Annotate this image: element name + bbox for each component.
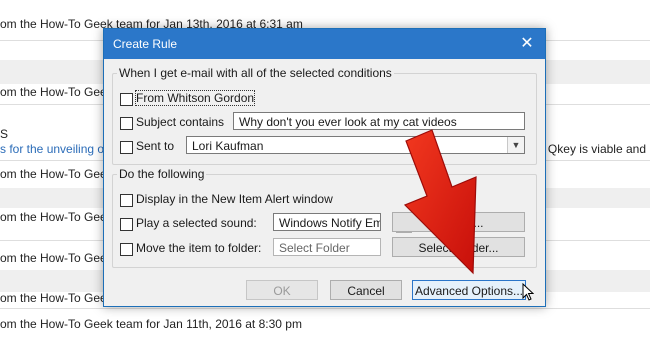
email-row-text: S: [0, 127, 9, 141]
dialog-titlebar[interactable]: Create Rule ✕: [104, 29, 545, 59]
chevron-down-icon[interactable]: ▼: [507, 137, 524, 153]
cancel-button[interactable]: Cancel: [330, 280, 402, 300]
sent-to-checkbox[interactable]: [120, 141, 133, 154]
email-row-preview-right: at Qkey is viable and: [534, 142, 646, 156]
ok-button[interactable]: OK: [246, 280, 318, 300]
browse-button[interactable]: Browse...: [392, 212, 525, 232]
move-label[interactable]: Move the item to folder:: [136, 241, 261, 255]
sent-to-combobox[interactable]: Lori Kaufman ▼: [186, 136, 525, 154]
email-row-text: om the How-To Geek: [0, 85, 113, 99]
alert-checkbox[interactable]: [120, 194, 133, 207]
advanced-options-button[interactable]: Advanced Options...: [412, 280, 526, 300]
from-label[interactable]: From Whitson Gordon: [134, 90, 256, 106]
sound-label[interactable]: Play a selected sound:: [136, 216, 257, 230]
dialog-title: Create Rule: [113, 37, 178, 51]
sent-to-value: Lori Kaufman: [192, 139, 264, 153]
email-row-text: om the How-To Geek: [0, 210, 113, 224]
email-row-text: om the How-To Geek: [0, 167, 113, 181]
sound-checkbox[interactable]: [120, 218, 133, 231]
email-row-preview: s for the unveiling o: [0, 142, 105, 156]
close-icon[interactable]: ✕: [515, 33, 539, 55]
conditions-legend: When I get e-mail with all of the select…: [117, 66, 394, 80]
subject-label[interactable]: Subject contains: [136, 115, 224, 129]
from-checkbox[interactable]: [120, 93, 133, 106]
actions-legend: Do the following: [117, 167, 207, 181]
create-rule-dialog: Create Rule ✕ When I get e-mail with all…: [103, 28, 546, 307]
sound-input[interactable]: Windows Notify Em: [273, 213, 381, 231]
email-row-text: om the How-To Geek: [0, 291, 113, 305]
mouse-cursor-icon: [522, 283, 534, 301]
subject-checkbox[interactable]: [120, 117, 133, 130]
sent-to-label[interactable]: Sent to: [136, 139, 174, 153]
email-row-text: om the How-To Geek: [0, 251, 113, 265]
alert-label[interactable]: Display in the New Item Alert window: [136, 192, 333, 206]
conditions-group: When I get e-mail with all of the select…: [112, 66, 537, 165]
folder-input[interactable]: Select Folder: [273, 238, 381, 256]
divider: [0, 308, 650, 309]
subject-input[interactable]: Why don't you ever look at my cat videos: [233, 112, 525, 130]
email-row-text: om the How-To Geek team for Jan 11th, 20…: [0, 317, 302, 331]
move-checkbox[interactable]: [120, 243, 133, 256]
select-folder-button[interactable]: Select Folder...: [392, 237, 525, 257]
actions-group: Do the following Display in the New Item…: [112, 167, 537, 268]
